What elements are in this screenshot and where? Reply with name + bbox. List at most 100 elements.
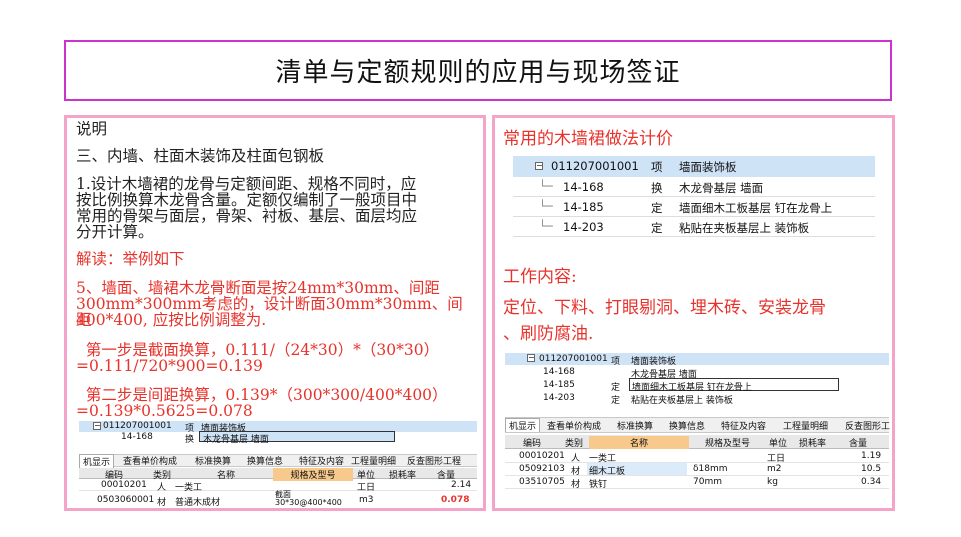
tree-row[interactable]: └─ 14-185 定 墙面细木工板基层 钉在龙骨上 bbox=[513, 197, 875, 217]
tree-connector: └─ bbox=[539, 179, 553, 193]
tree-code: 011207001001 bbox=[103, 421, 172, 431]
col-header: 类别 bbox=[565, 439, 584, 449]
tree-code: 14-203 bbox=[543, 393, 575, 403]
tab-bar: 机显示 查看单价构成 标准换算 换算信息 特征及内容 工程量明细 反查图形工 bbox=[505, 417, 890, 433]
tab-5[interactable]: 工程量明细 bbox=[783, 419, 828, 432]
tree-row[interactable]: └─ 14-203 定 粘贴在夹板基层上 装饰板 bbox=[513, 217, 875, 237]
tree-code: 14-203 bbox=[563, 220, 604, 234]
col-header: 损耗率 bbox=[799, 439, 827, 449]
work-content-line2: 、刷防腐油. bbox=[503, 324, 594, 344]
col-header: 名称 bbox=[589, 436, 689, 449]
tab-6[interactable]: 反查图形工程 bbox=[407, 454, 461, 467]
table-row[interactable]: 00010201 人 一类工 工日 1.19 bbox=[505, 450, 889, 464]
left-panel: 说明 三、内墙、柱面木装饰及柱面包钢板 1.设计木墙裙的龙骨与定额间距、规格不同… bbox=[64, 115, 486, 511]
tree-connector: └─ bbox=[539, 199, 553, 213]
left-para1-line4: 分开计算。 bbox=[76, 223, 154, 241]
tree-code: 14-185 bbox=[543, 380, 575, 390]
tab-2[interactable]: 标准换算 bbox=[617, 419, 653, 432]
cell: δ18mm bbox=[693, 464, 728, 474]
tree-row[interactable]: 14-168 换 木龙骨基层 墙面 bbox=[79, 431, 477, 445]
cell-highlight: 0.078 bbox=[441, 495, 470, 505]
cell: 2.14 bbox=[451, 480, 472, 490]
tree-row[interactable]: 14-203 定 粘贴在夹板基层上 装饰板 bbox=[505, 392, 889, 406]
collapse-icon[interactable]: − bbox=[535, 162, 543, 170]
left-para1-line2: 按比例换算木龙骨含量。定额仅编制了一般项目中 bbox=[76, 191, 418, 209]
cell: 0.34 bbox=[861, 477, 882, 487]
slide-title: 清单与定额规则的应用与现场签证 bbox=[275, 58, 681, 88]
collapse-icon[interactable]: − bbox=[93, 422, 101, 430]
tree-row[interactable]: 14-168 木龙骨基层 墙面 bbox=[505, 366, 889, 380]
cell: 铁钉 bbox=[589, 480, 608, 490]
right-tree-list: − 011207001001 项 墙面装饰板 └─ 14-168 换 木龙骨基层… bbox=[513, 156, 875, 238]
table-header: 编码 类别 名称 规格及型号 单位 损耗率 含量 bbox=[79, 468, 477, 481]
tab-6[interactable]: 反查图形工 bbox=[845, 419, 890, 432]
cell: 03510705 bbox=[519, 477, 565, 487]
left-software-screenshot: − 011207001001 项 墙面装饰板 14-168 换 木龙骨基层 墙面… bbox=[79, 421, 477, 509]
cell: 70mm bbox=[693, 477, 722, 487]
tab-0[interactable]: 机显示 bbox=[79, 453, 115, 468]
cell: 05092103 bbox=[519, 464, 565, 474]
right-panel: 常用的木墙裙做法计价 − 011207001001 项 墙面装饰板 └─ 14-… bbox=[492, 115, 895, 511]
tree-type: 换 bbox=[651, 181, 663, 195]
cell: 00010201 bbox=[101, 480, 147, 490]
cell: m2 bbox=[767, 464, 782, 474]
tree-name: 粘贴在夹板基层上 装饰板 bbox=[679, 221, 810, 235]
work-content-line1: 定位、下料、打眼剔洞、埋木砖、安装龙骨 bbox=[503, 298, 826, 318]
tree-name: 墙面细木工板基层 钉在龙骨上 bbox=[679, 201, 833, 215]
tree-code: 14-185 bbox=[563, 200, 604, 214]
tree-type: 定 bbox=[651, 201, 663, 215]
tree-type: 定 bbox=[651, 221, 663, 235]
cell: 0503060001 bbox=[97, 495, 155, 505]
cell: 材 bbox=[571, 480, 581, 490]
left-rule5-line1: 5、墙面、墙裙木龙骨断面是按24mm*30mm、间距 bbox=[76, 279, 440, 297]
cell: 截面 30*30@400*400 bbox=[275, 490, 342, 507]
left-para1-line1: 1.设计木墙裙的龙骨与定额间距、规格不同时，应 bbox=[76, 175, 417, 193]
tree-connector: └─ bbox=[539, 219, 553, 233]
table-row[interactable]: 05092103 材 细木工板 δ18mm m2 10.5 bbox=[505, 463, 889, 477]
left-rule5-line3: 400*400, 应按比例调整为. bbox=[76, 311, 267, 329]
cell: 普通木成材 bbox=[175, 498, 221, 508]
left-step1-line1: 第一步是截面换算，0.111/（24*30）*（30*30） bbox=[76, 341, 440, 359]
tab-0[interactable]: 机显示 bbox=[505, 418, 541, 432]
left-section-title: 三、内墙、柱面木装饰及柱面包钢板 bbox=[76, 147, 325, 165]
col-header: 规格及型号 bbox=[705, 439, 751, 449]
tab-1[interactable]: 查看单价构成 bbox=[547, 419, 601, 432]
tree-code: 011207001001 bbox=[539, 354, 608, 364]
tab-3[interactable]: 换算信息 bbox=[247, 454, 283, 467]
tree-row[interactable]: 14-185 定 墙面细木工板基层 钉在龙骨上 bbox=[505, 378, 889, 393]
table-row[interactable]: 03510705 材 铁钉 70mm kg 0.34 bbox=[505, 476, 889, 490]
tree-name: 墙面装饰板 bbox=[679, 160, 737, 174]
tree-row[interactable]: − 011207001001 项 墙面装饰板 bbox=[505, 353, 889, 367]
tab-1[interactable]: 查看单价构成 bbox=[123, 454, 177, 467]
tab-bar: 机显示 查看单价构成 标准换算 换算信息 特征及内容 工程量明细 反查图形工程 bbox=[79, 453, 477, 468]
tab-2[interactable]: 标准换算 bbox=[195, 454, 231, 467]
tree-type: 项 bbox=[651, 160, 663, 174]
left-step2-line1: 第二步是间距换算，0.139*（300*300/400*400） bbox=[76, 386, 448, 404]
cell: 10.5 bbox=[861, 464, 882, 474]
tab-3[interactable]: 换算信息 bbox=[669, 419, 705, 432]
col-header: 含量 bbox=[849, 439, 868, 449]
tab-5[interactable]: 工程量明细 bbox=[351, 454, 396, 467]
cell: m3 bbox=[359, 495, 374, 505]
left-para1-line3: 常用的骨架与面层，骨架、衬板、基层、面层均应 bbox=[76, 207, 418, 225]
tab-4[interactable]: 特征及内容 bbox=[299, 454, 344, 467]
tree-type: 换 bbox=[185, 435, 195, 445]
tree-code: 011207001001 bbox=[551, 159, 639, 173]
cell: 材 bbox=[157, 498, 167, 508]
tree-row[interactable]: └─ 14-168 换 木龙骨基层 墙面 bbox=[513, 177, 875, 197]
work-heading: 工作内容: bbox=[503, 267, 577, 287]
table-row[interactable]: 0503060001 材 普通木成材 截面 30*30@400*400 m3 0… bbox=[79, 491, 477, 509]
collapse-icon[interactable]: − bbox=[527, 354, 535, 362]
tree-name: 粘贴在夹板基层上 装饰板 bbox=[631, 396, 733, 406]
tree-name: 木龙骨基层 墙面 bbox=[203, 435, 269, 445]
left-step1-line2: =0.111/720*900=0.139 bbox=[76, 357, 263, 375]
col-header: 编码 bbox=[523, 439, 542, 449]
tree-type: 定 bbox=[611, 396, 621, 406]
table-header: 编码 类别 名称 规格及型号 单位 损耗率 含量 bbox=[505, 435, 889, 449]
tree-row[interactable]: − 011207001001 项 墙面装饰板 bbox=[513, 156, 875, 177]
left-heading: 说明 bbox=[76, 120, 108, 138]
right-software-screenshot: − 011207001001 项 墙面装饰板 14-168 木龙骨基层 墙面 1… bbox=[505, 353, 890, 508]
left-step2-line2: =0.139*0.5625=0.078 bbox=[76, 402, 253, 420]
cell: 1.19 bbox=[861, 451, 882, 461]
tab-4[interactable]: 特征及内容 bbox=[721, 419, 766, 432]
